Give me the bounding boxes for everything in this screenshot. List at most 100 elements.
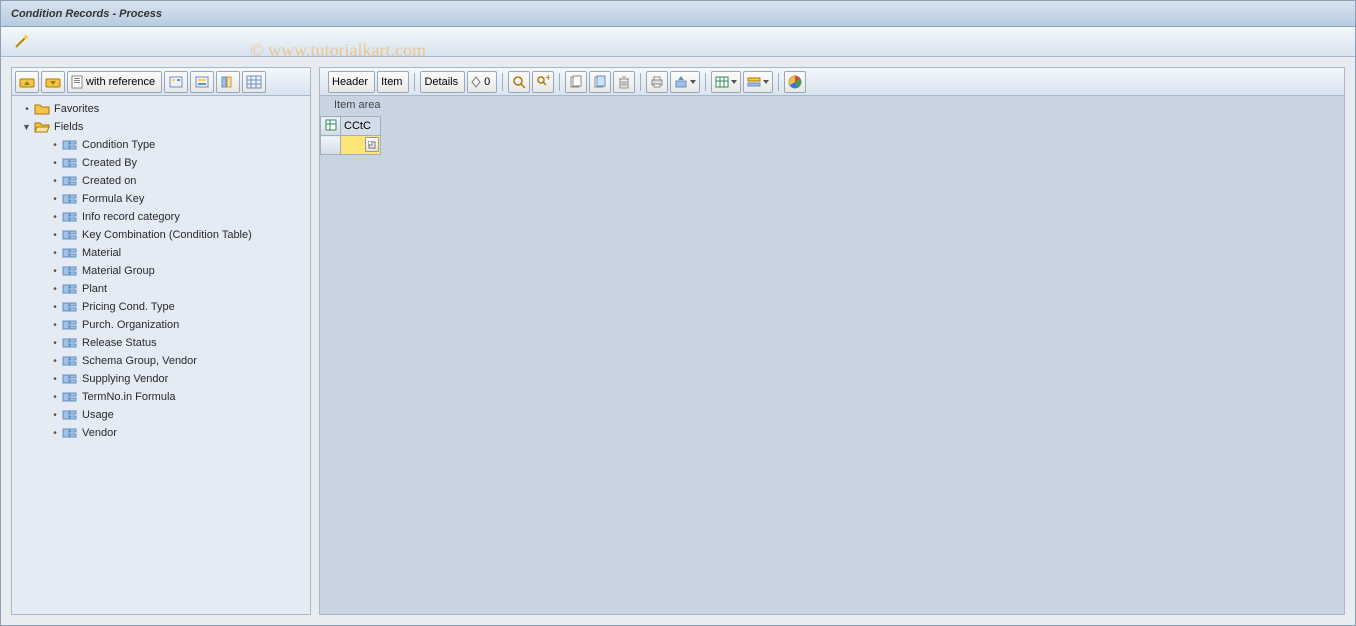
copy-button[interactable]	[589, 71, 611, 93]
separator	[559, 73, 560, 91]
dropdown-icon	[731, 80, 737, 84]
main-content: with reference •	[1, 57, 1355, 625]
tree-field-label: Created on	[82, 175, 136, 187]
grid-table[interactable]: CCtC	[320, 116, 381, 155]
bullet-icon: •	[50, 158, 60, 168]
bullet-icon: •	[50, 374, 60, 384]
find-button[interactable]	[508, 71, 530, 93]
dropdown-icon	[690, 80, 696, 84]
folder-open-icon	[34, 120, 50, 134]
tree-field-item[interactable]: • Purch. Organization	[14, 316, 308, 334]
with-reference-label: with reference	[86, 76, 155, 88]
field-icon	[62, 390, 78, 404]
bullet-icon: •	[50, 302, 60, 312]
tree-label: Favorites	[54, 103, 99, 115]
item-button[interactable]: Item	[377, 71, 409, 93]
field-icon	[62, 228, 78, 242]
bullet-icon: •	[50, 212, 60, 222]
tree-field-item[interactable]: •Release Status	[14, 334, 308, 352]
export-button[interactable]	[670, 71, 700, 93]
tree-field-label: Supplying Vendor	[82, 373, 168, 385]
collapse-folder-button[interactable]	[15, 71, 39, 93]
tree-field-item[interactable]: •Vendor	[14, 424, 308, 442]
column-config-button[interactable]	[216, 71, 240, 93]
bullet-icon: •	[50, 320, 60, 330]
bullet-icon: •	[50, 284, 60, 294]
field-icon	[62, 354, 78, 368]
tree-field-label: Condition Type	[82, 139, 155, 151]
details-button[interactable]: Details	[420, 71, 465, 93]
with-reference-button[interactable]: with reference	[67, 71, 162, 93]
separator	[502, 73, 503, 91]
tree-view[interactable]: • Favorites ▼ Fields •Condition Type•Cre…	[12, 96, 310, 614]
change-layout-button[interactable]	[190, 71, 214, 93]
tree-field-label: Usage	[82, 409, 114, 421]
bullet-icon: •	[50, 140, 60, 150]
separator	[640, 73, 641, 91]
tree-field-item[interactable]: •Material Group	[14, 262, 308, 280]
field-icon	[62, 426, 78, 440]
cut-button[interactable]	[565, 71, 587, 93]
field-icon	[62, 408, 78, 422]
bullet-icon: •	[50, 410, 60, 420]
tree-field-label: Formula Key	[82, 193, 144, 205]
find-next-button[interactable]: +	[532, 71, 554, 93]
grid-config-button[interactable]	[242, 71, 266, 93]
layout-button[interactable]	[743, 71, 773, 93]
row-header[interactable]	[321, 136, 341, 155]
tree-field-item[interactable]: •Formula Key	[14, 190, 308, 208]
tree-field-label: TermNo.in Formula	[82, 391, 176, 403]
bullet-icon: •	[50, 428, 60, 438]
select-layout-button[interactable]	[164, 71, 188, 93]
tree-field-item[interactable]: •Schema Group, Vendor	[14, 352, 308, 370]
bullet-icon: •	[50, 392, 60, 402]
tree-field-item[interactable]: • Plant	[14, 280, 308, 298]
tree-field-label: Material	[82, 247, 121, 259]
svg-text:+: +	[545, 75, 550, 84]
separator	[705, 73, 706, 91]
expand-folder-button[interactable]	[41, 71, 65, 93]
left-toolbar: with reference	[12, 68, 310, 96]
tree-node-favorites[interactable]: • Favorites	[14, 100, 308, 118]
column-header-cctc[interactable]: CCtC	[341, 117, 381, 136]
tree-field-item[interactable]: •Info record category	[14, 208, 308, 226]
tree-field-item[interactable]: •Material	[14, 244, 308, 262]
bullet-icon: •	[50, 338, 60, 348]
tree-field-item[interactable]: •Key Combination (Condition Table)	[14, 226, 308, 244]
wand-icon[interactable]	[13, 34, 29, 50]
tree-field-item[interactable]: • Usage	[14, 406, 308, 424]
tree-field-item[interactable]: •Created By	[14, 154, 308, 172]
print-button[interactable]	[646, 71, 668, 93]
tree-field-label: Plant	[82, 283, 107, 295]
field-icon	[62, 318, 78, 332]
header-button[interactable]: Header	[328, 71, 375, 93]
tree-field-item[interactable]: •Pricing Cond. Type	[14, 298, 308, 316]
nav-button[interactable]: 0	[467, 71, 497, 93]
title-bar: Condition Records - Process	[1, 1, 1355, 27]
left-panel: with reference •	[11, 67, 311, 615]
collapse-icon[interactable]: ▼	[22, 123, 32, 132]
nav-button-label: 0	[484, 76, 490, 88]
graphic-button[interactable]	[784, 71, 806, 93]
value-help-icon[interactable]	[365, 137, 379, 152]
bullet-icon: •	[50, 230, 60, 240]
tree-field-item[interactable]: • TermNo.in Formula	[14, 388, 308, 406]
delete-button[interactable]	[613, 71, 635, 93]
tree-field-item[interactable]: • Created on	[14, 172, 308, 190]
active-cell[interactable]	[341, 136, 381, 155]
item-area-label: Item area	[320, 96, 1344, 116]
separator	[414, 73, 415, 91]
field-icon	[62, 246, 78, 260]
tree-field-item[interactable]: • Supplying Vendor	[14, 370, 308, 388]
tree-field-item[interactable]: • Condition Type	[14, 136, 308, 154]
tree-field-label: Purch. Organization	[82, 319, 179, 331]
tree-node-fields[interactable]: ▼ Fields	[14, 118, 308, 136]
bullet-icon: •	[22, 104, 32, 114]
tree-field-label: Material Group	[82, 265, 155, 277]
field-icon	[62, 282, 78, 296]
spreadsheet-button[interactable]	[711, 71, 741, 93]
grid-corner[interactable]	[321, 117, 341, 136]
bullet-icon: •	[50, 176, 60, 186]
header-button-label: Header	[332, 76, 368, 88]
field-icon	[62, 264, 78, 278]
